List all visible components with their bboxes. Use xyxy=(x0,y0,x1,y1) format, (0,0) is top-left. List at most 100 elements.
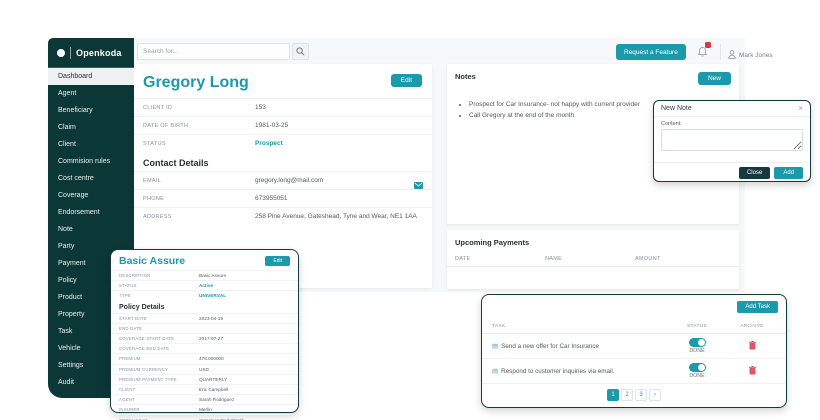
field-value: 673955051 xyxy=(255,195,288,202)
policy-details-header: Policy Details xyxy=(111,301,298,313)
close-icon[interactable]: × xyxy=(798,106,803,112)
brand-logo[interactable]: Openkoda xyxy=(48,38,134,68)
field-value: Merlin xyxy=(199,407,212,412)
task-row: ▤ Send a new offer for Car Insurance DON… xyxy=(482,334,786,359)
field-label: PREMIUM PAYMENT TYPE xyxy=(119,377,199,382)
sidebar-item-endorsement[interactable]: Endorsement xyxy=(48,204,134,221)
tasks-table-header: TASK STATUS ARCHIVE xyxy=(482,320,786,334)
task-status-label: DONE xyxy=(689,348,704,354)
policy-panel: Basic Assure Edit DESCRIPTIONBasic Assur… xyxy=(110,249,299,413)
client-field-row: CLIENT ID 153 xyxy=(134,98,432,116)
search-button[interactable] xyxy=(292,43,309,60)
pagination: 1 2 3 › xyxy=(482,389,786,401)
sidebar-item-dashboard[interactable]: Dashboard xyxy=(48,68,134,85)
task-icon: ▤ xyxy=(492,367,498,375)
field-label: COVERAGE END DATE xyxy=(119,346,199,351)
add-task-button[interactable]: Add Task xyxy=(737,301,778,313)
sidebar-item-note[interactable]: Note xyxy=(48,221,134,238)
trash-icon[interactable] xyxy=(749,362,756,380)
note-content-textarea[interactable] xyxy=(661,129,803,151)
task-status-toggle[interactable] xyxy=(689,338,706,347)
column-header-amount: AMOUNT xyxy=(635,256,725,262)
field-label: STATUS xyxy=(143,141,255,147)
contact-details-header: Contact Details xyxy=(134,152,432,171)
field-label: EMAIL xyxy=(143,178,255,184)
task-text: Respond to customer inquiries via email. xyxy=(501,368,614,375)
user-menu[interactable]: Mark Jones xyxy=(728,46,773,64)
brand-name: Openkoda xyxy=(76,48,122,58)
field-value: Basic Assure xyxy=(199,273,226,278)
client-field-row: DATE OF BIRTH 1981-03-25 xyxy=(134,116,432,134)
field-value: QUARTERLY xyxy=(199,377,227,382)
field-label: END DATE xyxy=(119,326,199,331)
trash-icon[interactable] xyxy=(749,337,756,355)
client-field-row: ADDRESS 258 Pine Avenue, Gateshead, Tyne… xyxy=(134,207,432,225)
page-title: Gregory Long xyxy=(143,74,249,92)
user-icon xyxy=(728,46,736,64)
task-status-toggle[interactable] xyxy=(689,363,706,372)
notification-badge xyxy=(705,42,711,48)
field-label: TYPE xyxy=(119,293,199,298)
field-label: ADDRESS xyxy=(143,214,255,220)
field-label: START DATE xyxy=(119,316,199,321)
openkoda-logo-icon xyxy=(57,49,65,57)
status-link[interactable]: Prospect xyxy=(255,140,283,147)
page-next-button[interactable]: › xyxy=(649,389,661,401)
field-label: CLIENT xyxy=(119,387,199,392)
field-label: CLIENT ID xyxy=(143,105,255,111)
field-value: gregory.long@mail.com xyxy=(255,177,323,184)
column-header-task: TASK xyxy=(492,324,666,329)
tasks-panel: Add Task TASK STATUS ARCHIVE ▤ Send a ne… xyxy=(481,294,787,408)
request-feature-button[interactable]: Request a Feature xyxy=(616,44,686,60)
field-value: Eric Campbell xyxy=(199,387,228,392)
add-note-button[interactable]: Add xyxy=(774,167,803,179)
search-icon xyxy=(296,44,305,59)
logo-divider xyxy=(70,47,71,59)
modal-title: New Note xyxy=(661,105,692,112)
page-button-2[interactable]: 2 xyxy=(621,389,633,401)
page-button-3[interactable]: 3 xyxy=(635,389,647,401)
edit-policy-button[interactable]: Edit xyxy=(265,256,290,266)
new-note-button[interactable]: New xyxy=(698,72,731,85)
field-value: Sarah Rodriguez xyxy=(199,397,234,402)
policy-type-link[interactable]: UNIVERSAL xyxy=(199,293,226,298)
client-field-row: EMAIL gregory.long@mail.com xyxy=(134,171,432,189)
app-window: Openkoda Dashboard Agent Beneficiary Cla… xyxy=(0,0,820,420)
policy-status-link[interactable]: Active xyxy=(199,283,213,288)
user-name: Mark Jones xyxy=(739,52,773,59)
column-header-archive: ARCHIVE xyxy=(728,324,776,329)
header-divider xyxy=(720,44,721,60)
sidebar-item-cost-centre[interactable]: Cost centre xyxy=(48,170,134,187)
field-label: INSURER xyxy=(119,407,199,412)
field-label: COVERAGE START DATE xyxy=(119,336,199,341)
column-header-date: DATE xyxy=(455,256,545,262)
edit-client-button[interactable]: Edit xyxy=(391,74,422,87)
field-label: DATE OF BIRTH xyxy=(143,123,255,129)
field-label: DESCRIPTION xyxy=(119,273,199,278)
field-label: STATUS xyxy=(119,283,199,288)
notes-title: Notes xyxy=(455,72,476,81)
policy-title: Basic Assure xyxy=(119,255,185,267)
sidebar-item-client[interactable]: Client xyxy=(48,136,134,153)
search-input[interactable] xyxy=(137,43,290,60)
sidebar-item-claim[interactable]: Claim xyxy=(48,119,134,136)
task-status-label: DONE xyxy=(689,373,704,379)
new-note-modal: New Note × Content: Close Add xyxy=(653,100,811,182)
client-field-row: PHONE 673955051 xyxy=(134,189,432,207)
sidebar-item-commision-rules[interactable]: Commision rules xyxy=(48,153,134,170)
field-value: 2017-07-27 xyxy=(199,336,223,341)
field-value: 1981-03-25 xyxy=(255,122,288,129)
sidebar-item-agent[interactable]: Agent xyxy=(48,85,134,102)
task-text: Send a new offer for Car Insurance xyxy=(501,343,599,350)
close-button[interactable]: Close xyxy=(739,167,770,179)
task-row: ▤ Respond to customer inquiries via emai… xyxy=(482,359,786,384)
payments-table-header: DATE NAME AMOUNT xyxy=(447,249,739,267)
field-value: 478.000000 xyxy=(199,356,224,361)
column-header-status: STATUS xyxy=(666,324,728,329)
sidebar-item-beneficiary[interactable]: Beneficiary xyxy=(48,102,134,119)
column-header-name: NAME xyxy=(545,256,635,262)
sidebar-item-coverage[interactable]: Coverage xyxy=(48,187,134,204)
field-label: PHONE xyxy=(143,196,255,202)
field-value: USD xyxy=(199,367,209,372)
page-button-1[interactable]: 1 xyxy=(607,389,619,401)
